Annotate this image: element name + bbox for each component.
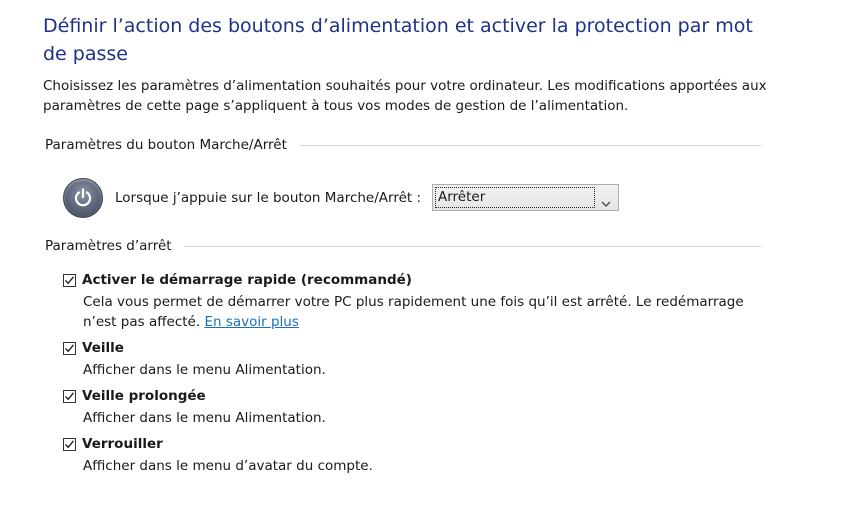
power-button-action-label: Lorsque j’appuie sur le bouton Marche/Ar…	[115, 190, 422, 206]
option-description: Afficher dans le menu Alimentation.	[83, 410, 326, 426]
lock-checkbox[interactable]	[63, 437, 76, 451]
select-selected-value: Arrêter	[435, 187, 595, 208]
option-name: Activer le démarrage rapide (recommandé)	[82, 272, 412, 288]
option-sleep: Veille Afficher dans le menu Alimentatio…	[63, 339, 773, 380]
option-description: Afficher dans le menu Alimentation.	[83, 362, 326, 378]
option-lock: Verrouiller Afficher dans le menu d’avat…	[63, 435, 773, 476]
hibernate-checkbox[interactable]	[63, 389, 76, 403]
option-name: Verrouiller	[82, 436, 163, 452]
section-divider	[183, 246, 761, 247]
option-description-text: Cela vous permet de démarrer votre PC pl…	[83, 294, 744, 330]
page-intro: Choisissez les paramètres d’alimentation…	[43, 78, 767, 114]
power-button-section-header: Paramètres du bouton Marche/Arrêt	[45, 136, 761, 154]
fast-startup-checkbox[interactable]	[63, 273, 76, 287]
chevron-down-icon	[601, 193, 611, 212]
power-button-row: Lorsque j’appuie sur le bouton Marche/Ar…	[63, 178, 421, 218]
option-description: Afficher dans le menu d’avatar du compte…	[83, 458, 373, 474]
option-hibernate: Veille prolongée Afficher dans le menu A…	[63, 387, 773, 428]
option-description: Cela vous permet de démarrer votre PC pl…	[83, 292, 773, 332]
sleep-checkbox[interactable]	[63, 341, 76, 355]
power-button-action-select[interactable]: Arrêter	[432, 184, 619, 211]
power-icon	[63, 178, 103, 218]
option-name: Veille prolongée	[82, 388, 206, 404]
option-name: Veille	[82, 340, 124, 356]
page-title: Définir l’action des boutons d’alimentat…	[43, 15, 753, 65]
learn-more-link[interactable]: En savoir plus	[204, 314, 298, 330]
section-header-label: Paramètres d’arrêt	[45, 238, 172, 254]
option-fast-startup: Activer le démarrage rapide (recommandé)…	[63, 271, 773, 332]
shutdown-section-header: Paramètres d’arrêt	[45, 237, 761, 255]
section-header-label: Paramètres du bouton Marche/Arrêt	[45, 137, 287, 153]
section-divider	[298, 145, 761, 146]
